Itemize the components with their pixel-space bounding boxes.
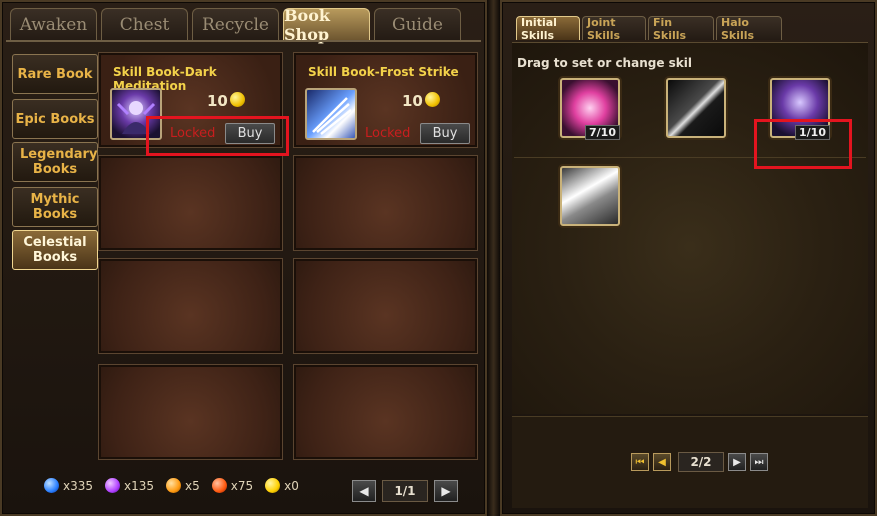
last-page-button[interactable]: ⏭	[750, 453, 768, 471]
gold-coin-icon	[425, 92, 440, 107]
currency-item: x75	[211, 478, 254, 493]
first-page-button[interactable]: ⏮	[631, 453, 649, 471]
empty-book-slot	[98, 155, 283, 251]
next-page-button[interactable]: ▶	[728, 453, 746, 471]
frost-strike-icon[interactable]	[305, 88, 357, 140]
category-label: Legendary Books	[20, 147, 98, 177]
tab-divider	[6, 40, 481, 42]
book-shop-panel: Awaken Chest Recycle Book Shop Guide Rar…	[0, 0, 487, 516]
silver-shards-skill-icon[interactable]	[560, 166, 620, 226]
gold-gem-icon	[265, 478, 281, 493]
page-indicator: 1/1	[382, 480, 428, 502]
empty-book-slot	[293, 155, 478, 251]
tab-joint-skills[interactable]: Joint Skills	[582, 16, 646, 42]
highlight-box	[146, 116, 289, 156]
currency-item: x0	[265, 478, 299, 493]
currency-count: x5	[185, 478, 200, 493]
empty-book-slot	[98, 364, 283, 460]
empty-book-slot	[293, 364, 478, 460]
book-title: Skill Book-Frost Strike	[308, 65, 459, 79]
currency-bar: x335 x135 x5 x75 x0	[44, 478, 311, 493]
tab-halo-skills[interactable]: Halo Skills	[716, 16, 782, 42]
panel-divider	[487, 0, 500, 516]
buy-button[interactable]: Buy	[420, 123, 470, 144]
black-slash-skill-icon[interactable]	[666, 78, 726, 138]
tab-guide[interactable]: Guide	[374, 8, 461, 40]
category-epic-books[interactable]: Epic Books	[12, 99, 98, 139]
prev-page-button[interactable]: ◀	[352, 480, 376, 502]
tab-recycle[interactable]: Recycle	[192, 8, 279, 40]
currency-count: x135	[124, 478, 155, 493]
red-gem-icon	[211, 478, 227, 493]
category-legendary-books[interactable]: Legendary Books	[12, 142, 98, 182]
category-label: Mythic Books	[30, 192, 80, 222]
empty-book-slot	[293, 258, 478, 354]
currency-count: x0	[284, 478, 299, 493]
book-price: 10	[207, 92, 228, 110]
prev-page-button[interactable]: ◀	[653, 453, 671, 471]
drag-hint: Drag to set or change skil	[517, 56, 692, 70]
skills-panel: Initial Skills Joint Skills Fin Skills H…	[500, 0, 877, 516]
currency-item: x135	[105, 478, 154, 493]
tab-chest[interactable]: Chest	[101, 8, 188, 40]
currency-count: x75	[230, 478, 254, 493]
currency-count: x335	[63, 478, 94, 493]
pink-orb-skill-icon[interactable]: 7/10	[560, 78, 620, 140]
category-label: Epic Books	[15, 111, 95, 127]
empty-book-slot	[98, 258, 283, 354]
tab-book-shop[interactable]: Book Shop	[283, 6, 370, 44]
tab-awaken[interactable]: Awaken	[10, 8, 97, 40]
locked-status: Locked	[365, 126, 411, 141]
highlight-box	[754, 119, 852, 169]
orange-gem-icon	[166, 478, 182, 493]
blue-gem-icon	[44, 478, 59, 493]
currency-item: x335	[44, 478, 93, 493]
top-tab-bar: Awaken Chest Recycle Book Shop Guide	[10, 6, 461, 44]
tab-fin-skills[interactable]: Fin Skills	[648, 16, 714, 42]
next-page-button[interactable]: ▶	[434, 480, 458, 502]
category-mythic-books[interactable]: Mythic Books	[12, 187, 98, 227]
currency-item: x5	[166, 478, 200, 493]
category-rare-book[interactable]: Rare Book	[12, 54, 98, 94]
gold-coin-icon	[230, 92, 245, 107]
book-price: 10	[402, 92, 423, 110]
category-celestial-books[interactable]: Celestial Books	[12, 230, 98, 270]
book-item-frost-strike: Skill Book-Frost Strike 10 Locked Buy	[293, 52, 478, 148]
category-label: Rare Book	[17, 66, 93, 82]
skill-tab-bar: Initial Skills Joint Skills Fin Skills H…	[516, 16, 782, 42]
category-label: Celestial Books	[23, 235, 87, 265]
tab-initial-skills[interactable]: Initial Skills	[516, 16, 580, 42]
purple-gem-icon	[105, 478, 121, 493]
skill-level: 7/10	[585, 125, 620, 140]
page-indicator: 2/2	[678, 452, 724, 472]
